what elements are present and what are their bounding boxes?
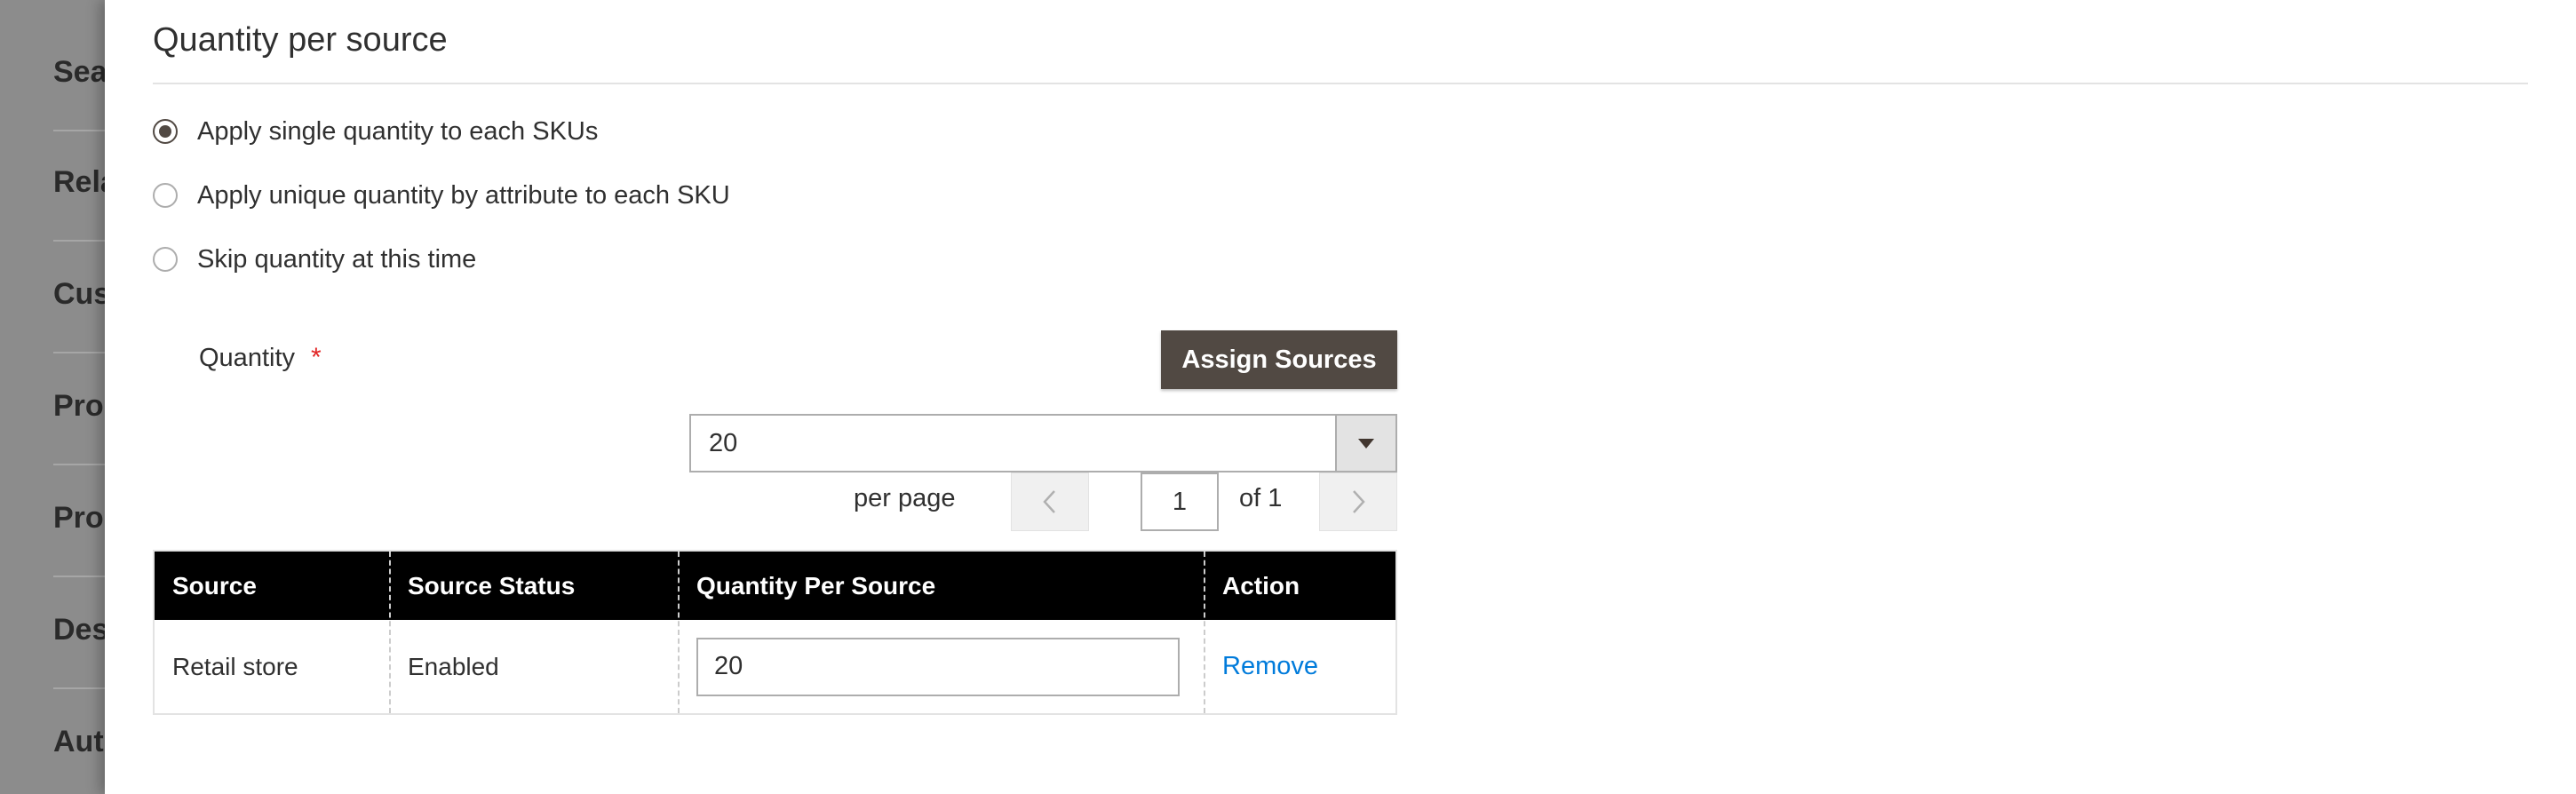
previous-page-button[interactable] xyxy=(1011,472,1089,531)
quantity-per-source-input[interactable] xyxy=(696,637,1180,696)
quantity-label-text: Quantity xyxy=(199,344,295,372)
radio-apply-unique-quantity[interactable]: Apply unique quantity by attribute to ea… xyxy=(153,178,730,213)
title-divider xyxy=(153,83,2528,84)
radio-button[interactable] xyxy=(153,247,178,272)
chevron-right-icon xyxy=(1353,490,1365,513)
cell-quantity xyxy=(679,620,1205,713)
column-header-action: Action xyxy=(1222,572,1300,599)
total-pages-label: of 1 xyxy=(1239,484,1283,512)
radio-label: Apply unique quantity by attribute to ea… xyxy=(197,180,730,210)
column-header-source: Source xyxy=(172,572,257,599)
quantity-modal: Quantity per source Apply single quantit… xyxy=(105,0,2576,794)
dropdown-arrow-icon[interactable] xyxy=(1335,416,1395,471)
radio-label: Apply single quantity to each SKUs xyxy=(197,116,599,146)
current-page-input[interactable] xyxy=(1141,472,1219,531)
radio-apply-single-quantity[interactable]: Apply single quantity to each SKUs xyxy=(153,114,598,149)
sources-grid: Source Source Status Quantity Per Source… xyxy=(153,550,1397,715)
assign-sources-button[interactable]: Assign Sources xyxy=(1161,330,1397,389)
radio-skip-quantity[interactable]: Skip quantity at this time xyxy=(153,242,476,277)
column-header-source-status: Source Status xyxy=(408,572,576,599)
cell-source-status: Enabled xyxy=(408,652,499,680)
section-title: Quantity per source xyxy=(153,21,448,59)
chevron-left-icon xyxy=(1043,490,1055,513)
required-marker: * xyxy=(311,343,322,372)
per-page-label: per page xyxy=(854,484,956,512)
radio-button-checked[interactable] xyxy=(153,119,178,144)
per-page-select[interactable]: 20 xyxy=(689,414,1397,472)
quantity-label: Quantity * xyxy=(199,343,322,373)
per-page-value: 20 xyxy=(709,428,738,457)
cell-action: Remove xyxy=(1205,620,1395,713)
grid-header-row: Source Source Status Quantity Per Source… xyxy=(155,552,1395,620)
radio-button[interactable] xyxy=(153,183,178,208)
cell-source: Retail store xyxy=(172,652,298,680)
remove-source-link[interactable]: Remove xyxy=(1222,652,1318,681)
radio-label: Skip quantity at this time xyxy=(197,244,477,274)
next-page-button[interactable] xyxy=(1319,472,1397,531)
column-header-quantity-per-source: Quantity Per Source xyxy=(696,572,936,599)
